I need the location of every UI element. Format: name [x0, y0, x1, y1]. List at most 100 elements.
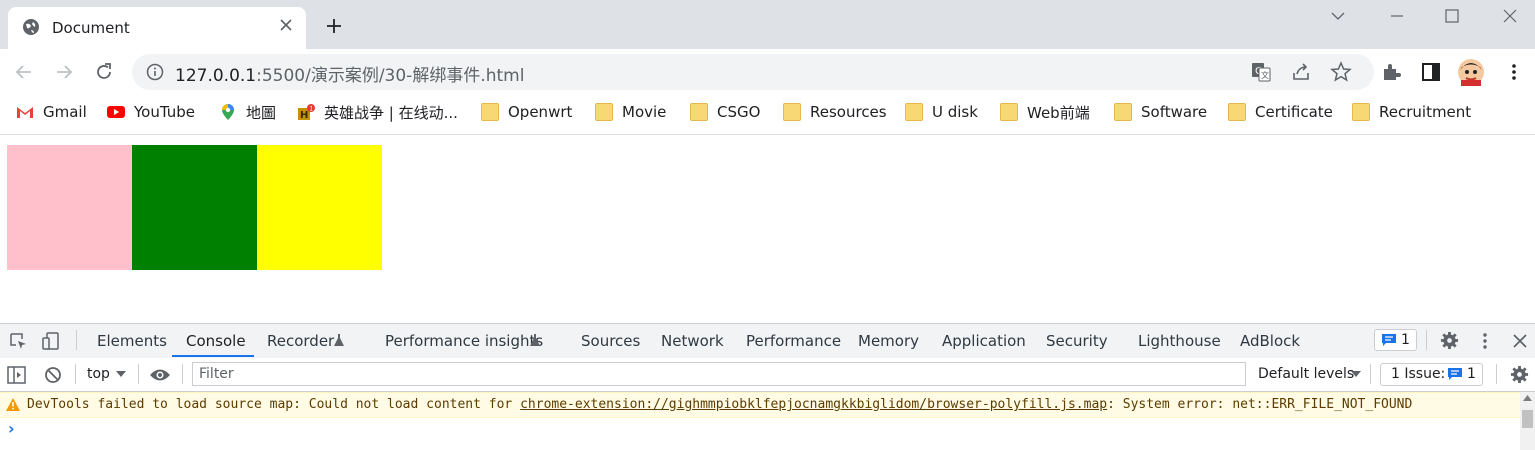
tab-search-icon[interactable] [1328, 6, 1348, 26]
folder-icon [1352, 103, 1370, 121]
tab-title: Document [52, 19, 130, 37]
bookmark-maps[interactable]: 地圖 [219, 102, 276, 122]
bookmark-folder-movie[interactable]: Movie [595, 102, 666, 122]
bookmark-folder-resources[interactable]: Resources [783, 102, 887, 122]
bookmark-label: 地圖 [246, 103, 277, 122]
bookmark-folder-certificate[interactable]: Certificate [1228, 102, 1333, 122]
folder-icon [595, 103, 613, 121]
youtube-icon [107, 106, 125, 118]
scrollbar-thumb[interactable] [1522, 410, 1533, 428]
bookmark-label: Openwrt [508, 103, 573, 121]
side-panel-icon[interactable] [1420, 61, 1442, 83]
folder-icon [1114, 103, 1132, 121]
active-tab-indicator [172, 355, 254, 357]
filter-input[interactable] [192, 362, 1246, 386]
issues-count: 1 [1401, 332, 1410, 348]
share-icon[interactable] [1290, 61, 1312, 83]
bookmark-star-icon[interactable] [1330, 61, 1352, 83]
svg-text:H: H [300, 110, 308, 121]
green-box[interactable] [132, 145, 257, 270]
yellow-box[interactable] [257, 145, 382, 270]
source-map-link[interactable]: chrome-extension://gighmmpiobklfepjocnam… [520, 397, 1107, 412]
pink-box[interactable] [7, 145, 132, 270]
issue-message-icon [1448, 368, 1462, 380]
translate-icon[interactable]: G 文 [1250, 61, 1272, 83]
folder-icon [1228, 103, 1246, 121]
gmail-icon [17, 107, 33, 118]
more-options-icon[interactable] [1475, 331, 1495, 351]
settings-gear-icon[interactable] [1440, 331, 1459, 350]
globe-icon [23, 19, 39, 35]
bookmark-youtube[interactable]: YouTube [107, 102, 195, 122]
flask-icon [334, 334, 344, 346]
maps-icon [222, 104, 234, 120]
extensions-icon[interactable] [1380, 61, 1402, 83]
tab-sources[interactable]: Sources [581, 332, 640, 350]
flask-icon [530, 334, 540, 346]
bookmark-label: Resources [810, 103, 887, 121]
divider [1496, 364, 1497, 384]
close-window-icon[interactable] [1500, 6, 1520, 26]
svg-text:文: 文 [1261, 70, 1269, 80]
tab-console[interactable]: Console [186, 332, 246, 350]
new-tab-icon[interactable] [325, 17, 343, 35]
sidebar-toggle-icon[interactable] [7, 366, 26, 384]
bookmark-folder-u-disk[interactable]: U disk [905, 102, 978, 122]
reload-icon[interactable] [93, 61, 115, 83]
console-prompt[interactable]: › [8, 419, 15, 438]
maximize-icon[interactable] [1442, 6, 1462, 26]
bookmark-folder-web[interactable]: Web前端 [1000, 102, 1090, 122]
bookmark-label: Web前端 [1027, 103, 1090, 122]
issues-count: 1 [1467, 366, 1476, 382]
url-host: 127.0.0.1 [175, 66, 257, 86]
bookmark-label: Software [1141, 103, 1208, 121]
bookmark-folder-software[interactable]: Software [1114, 102, 1207, 122]
filter-placeholder: Filter [199, 366, 234, 382]
forward-icon[interactable] [53, 61, 75, 83]
tab-security[interactable]: Security [1046, 332, 1108, 350]
minimize-icon[interactable] [1387, 6, 1407, 26]
bookmark-folder-recruitment[interactable]: Recruitment [1352, 102, 1471, 122]
tab-lighthouse[interactable]: Lighthouse [1138, 332, 1221, 350]
dropdown-arrow-icon [116, 371, 126, 377]
back-icon[interactable] [13, 61, 35, 83]
dropdown-arrow-icon [1351, 371, 1361, 377]
url-text[interactable]: 127.0.0.1:5500/演示案例/30-解绑事件.html [175, 61, 524, 86]
divider [75, 364, 76, 384]
tab-application[interactable]: Application [942, 332, 1026, 350]
info-icon[interactable] [146, 63, 164, 81]
folder-icon [783, 103, 801, 121]
console-warning-message: DevTools failed to load source map: Coul… [27, 397, 1412, 412]
close-tab-icon[interactable] [278, 17, 294, 33]
bookmark-folder-openwrt[interactable]: Openwrt [481, 102, 572, 122]
live-expression-eye-icon[interactable] [149, 367, 171, 383]
inspect-element-icon[interactable] [8, 331, 28, 351]
bookmark-label: U disk [932, 103, 978, 121]
menu-icon[interactable] [1503, 61, 1525, 83]
tab-performance-insights[interactable]: Performance insights [385, 332, 543, 350]
bookmark-gmail[interactable]: Gmail [16, 102, 87, 122]
tab-memory[interactable]: Memory [858, 332, 919, 350]
url-path: :5500/演示案例/30-解绑事件.html [256, 66, 525, 86]
warning-text-suffix: : System error: net::ERR_FILE_NOT_FOUND [1107, 397, 1413, 412]
tab-elements[interactable]: Elements [97, 332, 167, 350]
bookmark-game[interactable]: H1 英雄战争 | 在线动... [297, 102, 458, 122]
folder-icon [905, 103, 923, 121]
bookmark-label: Movie [622, 103, 667, 121]
console-settings-icon[interactable] [1510, 365, 1529, 384]
log-levels-dropdown[interactable]: Default levels [1258, 366, 1354, 382]
avatar[interactable] [1457, 58, 1485, 86]
bookmark-folder-csgo[interactable]: CSGO [690, 102, 760, 122]
warning-icon [6, 398, 20, 411]
folder-icon [481, 103, 499, 121]
tab-performance[interactable]: Performance [746, 332, 841, 350]
scroll-up-icon[interactable] [1522, 394, 1533, 402]
divider [182, 364, 183, 384]
tab-recorder[interactable]: Recorder [267, 332, 334, 350]
clear-console-icon[interactable] [44, 366, 62, 384]
close-devtools-icon[interactable] [1510, 331, 1530, 351]
context-selector[interactable]: top [87, 366, 110, 382]
device-toolbar-icon[interactable] [41, 331, 61, 351]
tab-adblock[interactable]: AdBlock [1240, 332, 1300, 350]
tab-network[interactable]: Network [661, 332, 724, 350]
